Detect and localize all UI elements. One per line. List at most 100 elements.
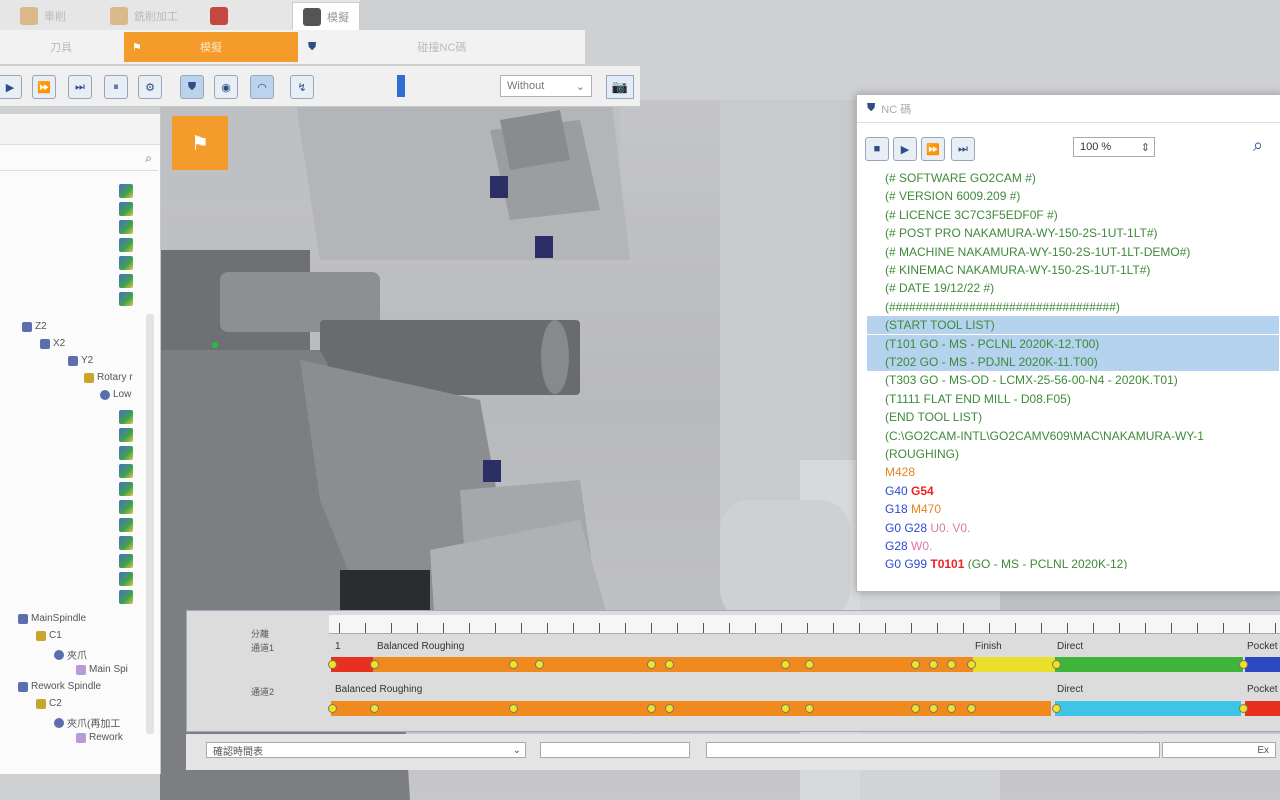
tree-node[interactable]: 夾爪 (54, 647, 87, 662)
zoom-input[interactable]: 100 % ⇕ (1073, 137, 1155, 157)
sync-node[interactable] (805, 704, 814, 713)
tree-node[interactable]: Y2 (68, 355, 93, 366)
tree-scrollbar[interactable] (146, 314, 154, 734)
nc-code-line[interactable]: (# POST PRO NAKAMURA-WY-150-2S-1UT-1LT#) (867, 224, 1158, 242)
settings-sliders-icon[interactable]: ⚙ (138, 75, 162, 99)
sync-node[interactable] (665, 704, 674, 713)
nc-code-line[interactable]: M428 (867, 463, 915, 481)
nc-code-line[interactable]: (# LICENCE 3C7C3F5EDF0F #) (867, 206, 1058, 224)
nc-code-line[interactable]: (C:\GO2CAM-INTL\GO2CAMV609\MAC\NAKAMURA-… (867, 427, 1204, 445)
lane1-op-finish[interactable] (973, 657, 1055, 672)
subtab-collision-nc[interactable]: ⛊ 碰撞NC碼 (300, 32, 584, 62)
sync-node[interactable] (947, 704, 956, 713)
part-view-icon[interactable]: ◉ (214, 75, 238, 99)
gauge-icon[interactable]: ◠ (250, 75, 274, 99)
nc-code-line[interactable]: G28 W0. (867, 537, 932, 555)
sync-node[interactable] (647, 704, 656, 713)
step-forward-icon[interactable]: ⏩ (32, 75, 56, 99)
camera-icon[interactable]: 📷 (606, 75, 634, 99)
nc-code-line[interactable]: G0 G28 U0. V0. (867, 519, 970, 537)
sync-node[interactable] (370, 660, 379, 669)
lane1-op-direct[interactable] (1055, 657, 1243, 672)
sync-node[interactable] (967, 704, 976, 713)
tree-node[interactable]: MainSpindle (18, 613, 86, 624)
tab-simulation[interactable]: 模擬 (292, 2, 360, 31)
play-icon[interactable]: ▶ (0, 75, 22, 99)
sync-node[interactable] (911, 660, 920, 669)
stop-icon[interactable]: ■ (865, 137, 889, 161)
sync-node[interactable] (1239, 660, 1248, 669)
tree-node[interactable]: C2 (36, 698, 62, 709)
spinner-icon[interactable]: ⇕ (1141, 141, 1150, 154)
tree-node[interactable]: Rework (76, 732, 123, 743)
subtab-tools[interactable]: 刀具 (0, 32, 122, 62)
sync-node[interactable] (911, 704, 920, 713)
sync-node[interactable] (509, 704, 518, 713)
next-icon[interactable]: ⏭ (68, 75, 92, 99)
nc-code-line[interactable]: (T101 GO - MS - PCLNL 2020K-12.T00) (867, 334, 1279, 353)
sync-node[interactable] (929, 660, 938, 669)
sync-node[interactable] (781, 704, 790, 713)
sync-node[interactable] (370, 704, 379, 713)
lane2-op-direct[interactable] (1055, 701, 1241, 716)
sync-node[interactable] (781, 660, 790, 669)
tree-node[interactable]: Rotary r (84, 372, 133, 383)
nc-code-line[interactable]: (# SOFTWARE GO2CAM #) (867, 169, 1036, 187)
nc-code-line[interactable]: G18 M470 (867, 500, 941, 518)
nc-code-line[interactable]: (# VERSION 6009.209 #) (867, 187, 1020, 205)
nc-code-line[interactable]: (T1111 FLAT END MILL - D08.F05) (867, 390, 1071, 408)
sync-node[interactable] (509, 660, 518, 669)
pause-icon[interactable]: ⏸ (104, 75, 128, 99)
timeline-ruler[interactable] (329, 615, 1280, 634)
sync-node[interactable] (929, 704, 938, 713)
tree-node[interactable]: X2 (40, 338, 65, 349)
flag-marker-button[interactable]: ⚑ (172, 116, 228, 170)
tab-milling[interactable]: 銑削加工 (100, 2, 188, 30)
sync-node[interactable] (328, 704, 337, 713)
lane1-op-1[interactable] (331, 657, 373, 672)
nc-code-line[interactable]: (##################################) (867, 298, 1120, 316)
sync-node[interactable] (1052, 660, 1061, 669)
tree-search-input[interactable]: ⌕ (0, 148, 158, 171)
nc-code-line[interactable]: (ROUGHING) (867, 445, 959, 463)
sync-node[interactable] (328, 660, 337, 669)
tree-node[interactable]: C1 (36, 630, 62, 641)
sync-node[interactable] (805, 660, 814, 669)
sync-node[interactable] (947, 660, 956, 669)
tab-tools[interactable] (200, 2, 244, 30)
lane2-op-balanced-roughing[interactable] (331, 701, 1051, 716)
subtab-simulation[interactable]: ⚑ 模擬 (124, 32, 298, 62)
lane2-op-pocket[interactable] (1245, 701, 1280, 716)
tree-node[interactable]: Main Spi (76, 664, 128, 675)
tree-node[interactable]: Low (100, 389, 131, 400)
nc-code-line[interactable]: (START TOOL LIST) (867, 316, 1279, 335)
timeline-mode-select[interactable]: 確認時間表 ⌄ (206, 742, 526, 758)
nc-code-line[interactable]: G40 G54 (867, 482, 934, 500)
tree-node[interactable]: Rework Spindle (18, 681, 101, 692)
search-icon[interactable]: ⌕ (1253, 135, 1275, 157)
nc-code-line[interactable]: (T202 GO - MS - PDJNL 2020K-11.T00) (867, 353, 1279, 371)
tool-path-icon[interactable]: ↯ (290, 75, 314, 99)
nc-code-line[interactable]: G0 G99 T0101 (GO - MS - PCLNL 2020K-12) (867, 555, 1127, 569)
step-forward-icon[interactable]: ⏩ (921, 137, 945, 161)
view-mode-select[interactable]: Without ⌄ (500, 75, 592, 97)
sync-node[interactable] (665, 660, 674, 669)
nc-code-line[interactable]: (# DATE 19/12/22 #) (867, 279, 994, 297)
play-icon[interactable]: ▶ (893, 137, 917, 161)
nc-code-line[interactable]: (T303 GO - MS-OD - LCMX-25-56-00-N4 - 20… (867, 371, 1178, 389)
export-button[interactable]: Ex (1162, 742, 1276, 758)
sync-node[interactable] (535, 660, 544, 669)
sync-node[interactable] (1239, 704, 1248, 713)
nc-code-line[interactable]: (END TOOL LIST) (867, 408, 982, 426)
tree-node[interactable]: 夾爪(再加工 (54, 715, 120, 730)
next-icon[interactable]: ⏭ (951, 137, 975, 161)
lane1-op-pocket[interactable] (1245, 657, 1280, 672)
speed-slider-handle[interactable] (397, 75, 405, 97)
tab-turning[interactable]: 車削 (10, 2, 76, 30)
tree-node[interactable]: Z2 (22, 321, 47, 332)
nc-code-line[interactable]: (# MACHINE NAKAMURA-WY-150-2S-1UT-1LT-DE… (867, 243, 1190, 261)
time-slider[interactable] (540, 742, 690, 758)
shield-view-icon[interactable]: ⛊ (180, 75, 204, 99)
sync-node[interactable] (647, 660, 656, 669)
sync-node[interactable] (1052, 704, 1061, 713)
